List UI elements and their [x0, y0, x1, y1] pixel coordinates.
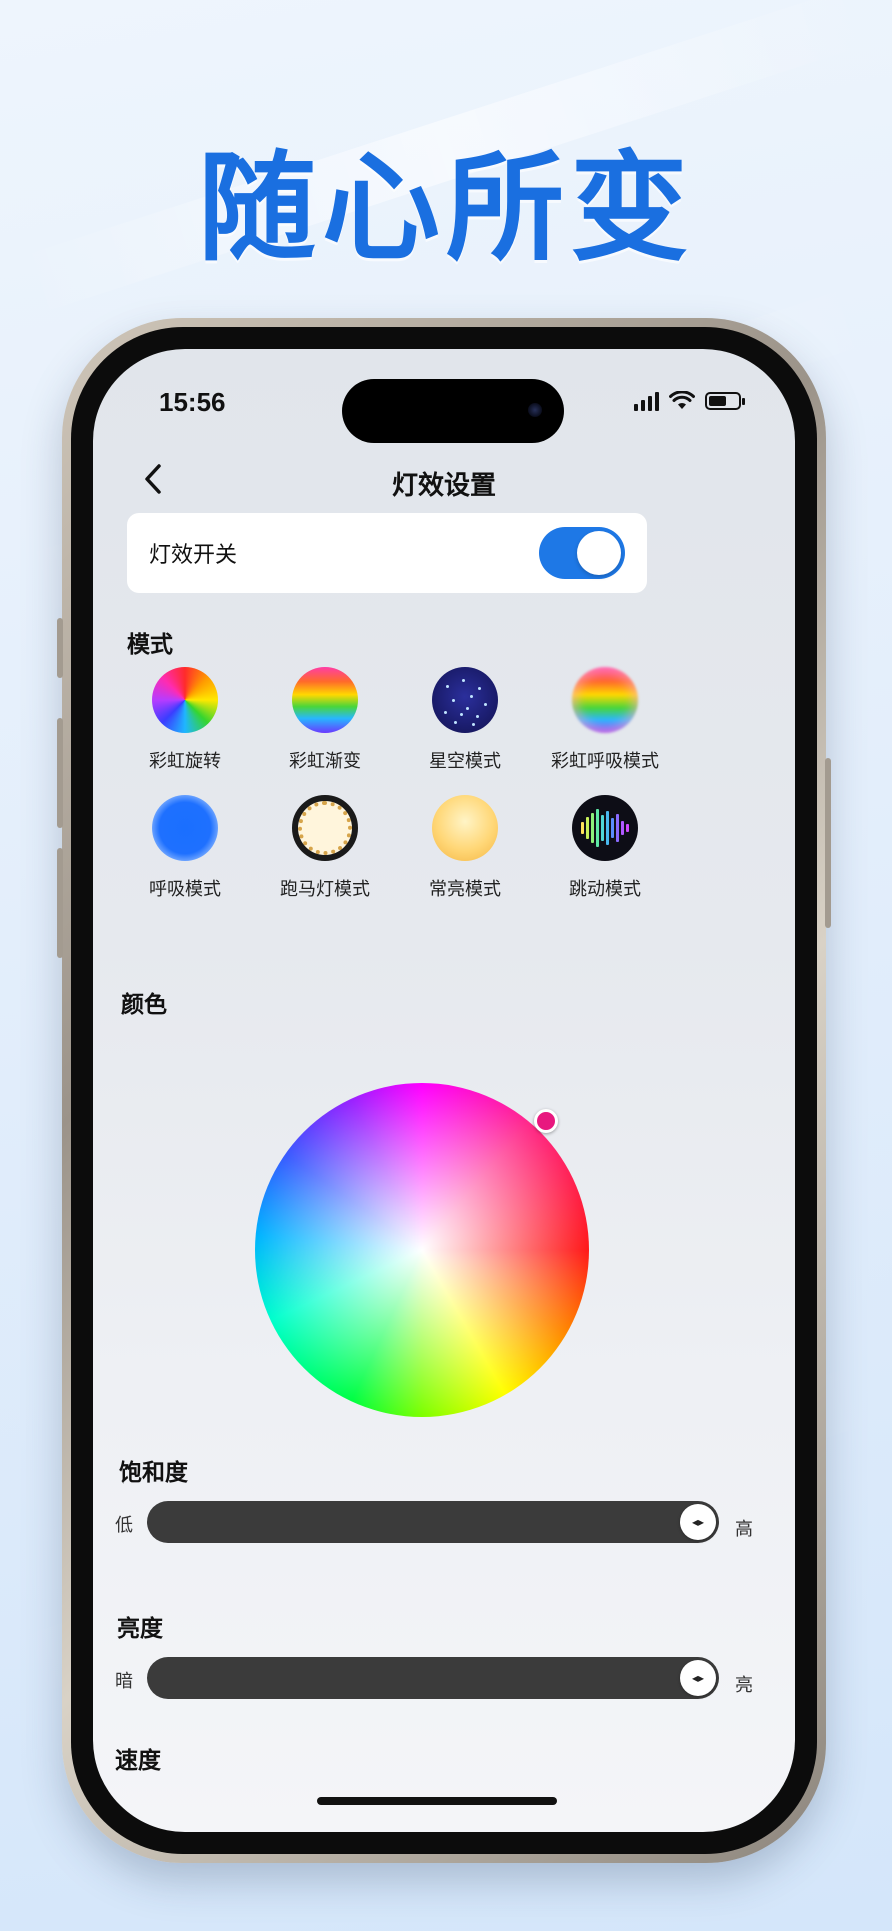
status-icons	[634, 391, 745, 411]
mode-label: 彩虹渐变	[289, 751, 361, 772]
brightness-slider[interactable]: ◂▸	[147, 1657, 719, 1699]
brightness-title: 亮度	[117, 1616, 163, 1642]
color-wheel[interactable]	[255, 1083, 589, 1417]
brightness-max-label: 亮	[735, 1675, 753, 1696]
breathing-icon	[152, 795, 218, 861]
brightness-slider-thumb[interactable]: ◂▸	[680, 1660, 716, 1696]
color-section-title: 颜色	[121, 992, 167, 1018]
mode-label: 星空模式	[429, 751, 501, 772]
mode-breathing[interactable]: 呼吸模式	[115, 795, 255, 901]
steady-light-icon	[432, 795, 498, 861]
saturation-title: 饱和度	[119, 1460, 188, 1486]
rainbow-breathing-icon	[572, 667, 638, 733]
light-effect-toggle[interactable]	[539, 527, 625, 579]
mode-rainbow-gradient[interactable]: 彩虹渐变	[255, 667, 395, 773]
mode-label: 常亮模式	[429, 879, 501, 900]
dynamic-island	[342, 379, 564, 443]
mode-label: 彩虹呼吸模式	[551, 751, 659, 772]
mode-label: 跳动模式	[569, 879, 641, 900]
brightness-slider-row: 暗 ◂▸ 亮	[115, 1657, 755, 1701]
mode-label: 跑马灯模式	[280, 879, 370, 900]
saturation-slider-row: 低 ◂▸ 高	[115, 1501, 755, 1545]
promo-headline: 随心所变	[197, 139, 694, 277]
camera-icon	[528, 403, 542, 417]
mode-grid: 彩虹旋转 彩虹渐变 星空模式 彩虹呼吸模式 呼吸模式 跑马灯模式 常亮模式 跳动…	[115, 667, 675, 901]
light-switch-label: 灯效开关	[149, 543, 238, 568]
battery-icon	[705, 392, 745, 410]
saturation-slider[interactable]: ◂▸	[147, 1501, 719, 1543]
speed-title: 速度	[115, 1748, 161, 1774]
starry-sky-icon	[432, 667, 498, 733]
wifi-icon	[669, 391, 695, 409]
mode-section-title: 模式	[127, 632, 173, 658]
mode-starry-sky[interactable]: 星空模式	[395, 667, 535, 773]
phone-frame: 15:56 灯效设置 灯效开关 模式 彩虹旋转 彩虹渐变 星空模式 彩虹呼吸模式…	[57, 318, 831, 1863]
marquee-icon	[292, 795, 358, 861]
saturation-slider-thumb[interactable]: ◂▸	[680, 1504, 716, 1540]
saturation-max-label: 高	[735, 1519, 753, 1540]
home-indicator	[317, 1797, 557, 1805]
mode-label: 呼吸模式	[149, 879, 221, 900]
saturation-min-label: 低	[115, 1515, 133, 1536]
page-title: 灯效设置	[391, 471, 496, 501]
brightness-min-label: 暗	[115, 1671, 133, 1692]
cellular-signal-icon	[634, 391, 659, 411]
mode-jump[interactable]: 跳动模式	[535, 795, 675, 901]
mode-rainbow-rotate[interactable]: 彩虹旋转	[115, 667, 255, 773]
mode-label: 彩虹旋转	[149, 751, 221, 772]
color-picker-handle[interactable]	[534, 1109, 558, 1133]
sound-jump-icon	[572, 795, 638, 861]
light-switch-card: 灯效开关	[127, 513, 647, 593]
mode-steady-light[interactable]: 常亮模式	[395, 795, 535, 901]
toggle-knob	[577, 531, 621, 575]
app-screen: 15:56 灯效设置 灯效开关 模式 彩虹旋转 彩虹渐变 星空模式 彩虹呼吸模式…	[93, 349, 795, 1832]
mode-marquee[interactable]: 跑马灯模式	[255, 795, 395, 901]
rainbow-rotate-icon	[152, 667, 218, 733]
rainbow-gradient-icon	[292, 667, 358, 733]
status-time: 15:56	[159, 387, 226, 417]
mode-rainbow-breathing[interactable]: 彩虹呼吸模式	[535, 667, 675, 773]
